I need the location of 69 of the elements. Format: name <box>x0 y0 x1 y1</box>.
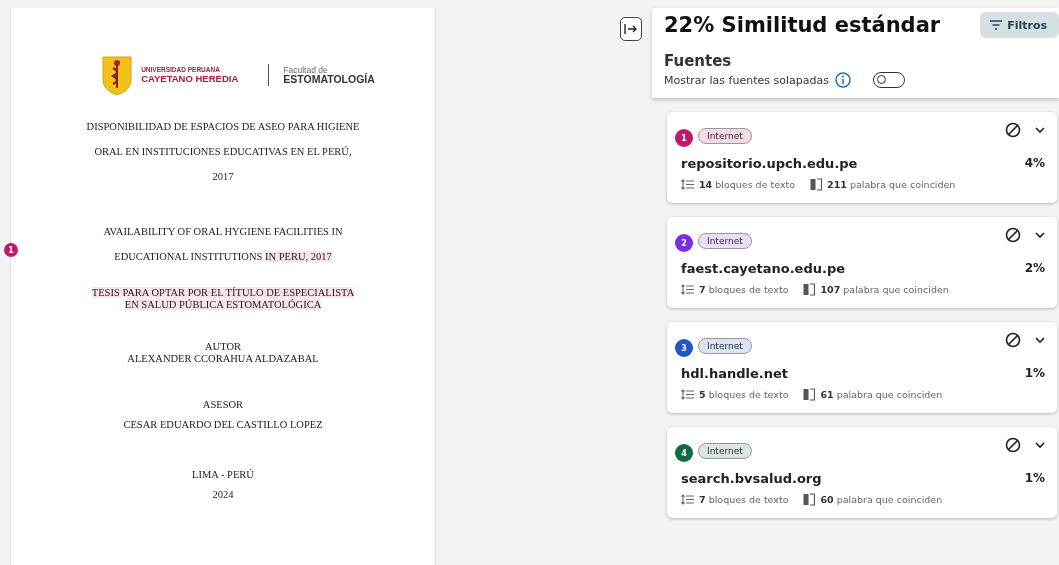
source-type-tag: Internet <box>698 443 752 459</box>
document-text-line: 2024 <box>212 488 234 502</box>
source-domain: faest.cayetano.edu.pe <box>681 261 846 276</box>
expand-button[interactable] <box>1035 336 1045 344</box>
source-domain: search.bvsalud.org <box>681 471 822 486</box>
source-number: 2 <box>675 234 693 252</box>
source-number: 4 <box>675 444 693 462</box>
document-text-line: EDUCATIONAL INSTITUTIONS IN PERU, 2017 <box>114 250 332 264</box>
filter-icon <box>990 20 1003 30</box>
matching-words-count: 107 palabra que coinciden <box>820 284 949 295</box>
source-type-tag: Internet <box>698 233 752 249</box>
compare-pages-icon <box>803 388 816 401</box>
compare-pages-icon <box>803 283 816 296</box>
shield-logo-icon <box>101 54 134 96</box>
info-icon[interactable] <box>834 72 851 88</box>
document-text-line: ALEXANDER CCORAHUA ALDAZABAL <box>127 353 319 365</box>
list-icon <box>681 389 694 400</box>
source-type-tag: Internet <box>698 338 752 354</box>
source-domain: hdl.handle.net <box>681 366 789 381</box>
exclude-button[interactable] <box>1005 122 1021 138</box>
list-icon <box>681 284 694 295</box>
exclude-button[interactable] <box>1005 227 1021 243</box>
expand-button[interactable] <box>1035 231 1045 239</box>
source-number: 1 <box>675 129 693 147</box>
exclude-button[interactable] <box>1005 437 1021 453</box>
source-domain: repositorio.upch.edu.pe <box>681 156 858 171</box>
text-blocks-count: 14 bloques de texto <box>699 179 796 190</box>
source-number: 3 <box>675 339 693 357</box>
matching-words-count: 60 palabra que coinciden <box>820 494 943 505</box>
source-card[interactable]: 4 Internet search.bvsalud.org 1% 7 bloques de texto 60 palabra que coinciden <box>667 427 1057 518</box>
faculty-name: ESTOMATOLOGÍA <box>283 74 375 85</box>
matching-words-count: 211 palabra que coinciden <box>827 179 956 190</box>
source-card[interactable]: 1 Internet repositorio.upch.edu.pe 4% 14 bloques de texto 211 palabra que coinciden <box>667 112 1057 203</box>
document-text-line: ASESOR <box>202 398 244 412</box>
university-name: CAYETANO HEREDIA <box>141 73 239 84</box>
match-marker[interactable]: 1 <box>4 243 18 257</box>
compare-pages-icon <box>803 493 816 506</box>
expand-button[interactable] <box>1035 126 1045 134</box>
arrow-to-bar-icon <box>624 23 638 35</box>
filter-button[interactable]: Filtros <box>980 12 1059 38</box>
source-percent: 4% <box>1024 156 1045 171</box>
source-percent: 1% <box>1024 366 1045 381</box>
overlap-label: Mostrar las fuentes solapadas <box>664 73 829 87</box>
document-text-line: DISPONIBILIDAD DE ESPACIOS DE ASEO PARA HIGIENE <box>86 120 360 134</box>
expand-button[interactable] <box>1035 441 1045 449</box>
faculty-label: Facultad de <box>283 65 328 74</box>
document-text-line: 2017 <box>212 170 234 184</box>
document-text-line: CESAR EDUARDO DEL CASTILLO LOPEZ <box>123 418 323 432</box>
text-blocks-count: 7 bloques de texto <box>699 494 789 505</box>
document-text-line: LIMA - PERÚ <box>192 468 254 482</box>
source-percent: 1% <box>1024 471 1045 486</box>
list-icon <box>681 494 694 505</box>
source-card[interactable]: 2 Internet faest.cayetano.edu.pe 2% 7 bloques de texto 107 palabra que coinciden <box>667 217 1057 308</box>
exclude-button[interactable] <box>1005 332 1021 348</box>
document-text-line: AVAILABILITY OF ORAL HYGIENE FACILITIES IN <box>103 225 343 239</box>
source-card[interactable]: 3 Internet hdl.handle.net 1% 5 bloques de texto 61 palabra que coinciden <box>667 322 1057 413</box>
sources-heading: Fuentes <box>664 52 733 70</box>
text-blocks-count: 7 bloques de texto <box>699 284 789 295</box>
document-text-line: AUTOR <box>205 341 241 353</box>
text-blocks-count: 5 bloques de texto <box>699 389 789 400</box>
document-text-line: ORAL EN INSTITUCIONES EDUCATIVAS EN EL PERÚ, <box>94 145 352 159</box>
compare-pages-icon <box>810 178 823 191</box>
overlap-toggle[interactable] <box>872 72 905 88</box>
list-icon <box>681 179 694 190</box>
source-percent: 2% <box>1024 261 1045 276</box>
source-type-tag: Internet <box>698 128 752 144</box>
similarity-title: 22% Similitud estándar <box>664 13 941 37</box>
collapse-panel-button[interactable] <box>620 17 642 41</box>
matching-words-count: 61 palabra que coinciden <box>820 389 943 400</box>
